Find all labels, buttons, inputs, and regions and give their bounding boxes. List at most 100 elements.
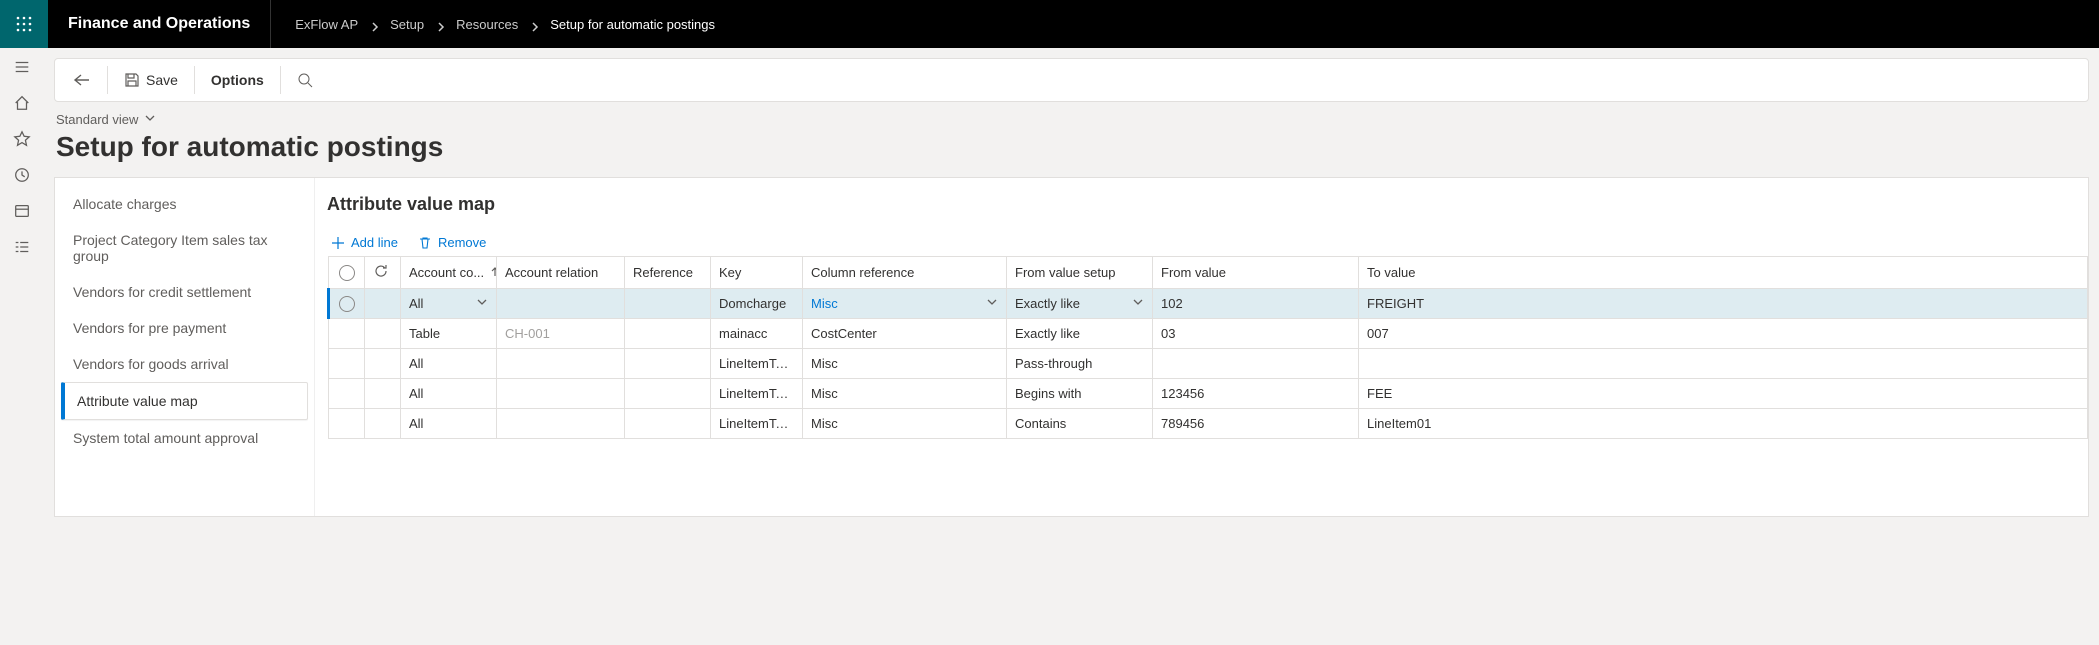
cell-to-value[interactable]: FREIGHT (1359, 289, 2088, 319)
col-from-value[interactable]: From value (1153, 257, 1359, 289)
cell-key[interactable]: LineItemTest3 (711, 409, 803, 439)
row-selector[interactable] (329, 349, 365, 379)
recent-icon[interactable] (13, 166, 31, 184)
table-row[interactable]: All LineItemTest1MiscPass-through (329, 349, 2088, 379)
col-account-relation[interactable]: Account relation (497, 257, 625, 289)
separator (107, 66, 108, 94)
workspaces-icon[interactable] (13, 202, 31, 220)
cell-key[interactable]: mainacc (711, 319, 803, 349)
cell-from-value[interactable]: 03 (1153, 319, 1359, 349)
breadcrumb-item[interactable]: Resources (456, 17, 518, 32)
star-icon[interactable] (13, 130, 31, 148)
row-indicator (365, 409, 401, 439)
cell-key[interactable]: LineItemTest2 (711, 379, 803, 409)
select-all-header[interactable] (329, 257, 365, 289)
cell-account-code[interactable]: All (401, 379, 497, 409)
cell-from-value-setup[interactable]: Contains (1007, 409, 1153, 439)
cell-account-relation[interactable] (497, 349, 625, 379)
cell-reference[interactable] (625, 409, 711, 439)
cell-reference[interactable] (625, 379, 711, 409)
row-selector[interactable] (329, 289, 365, 319)
table-row[interactable]: All DomchargeMiscExactly like102FREIGHT (329, 289, 2088, 319)
breadcrumb-item[interactable]: ExFlow AP (295, 17, 358, 32)
cell-column-reference[interactable]: CostCenter (803, 319, 1007, 349)
chevron-right-icon (436, 20, 444, 28)
cell-account-relation[interactable] (497, 379, 625, 409)
cell-reference[interactable] (625, 289, 711, 319)
cell-from-value-setup[interactable]: Exactly like (1007, 319, 1153, 349)
cell-column-reference[interactable]: Misc (803, 289, 1007, 319)
chevron-right-icon (370, 20, 378, 28)
home-icon[interactable] (13, 94, 31, 112)
cell-from-value-setup[interactable]: Pass-through (1007, 349, 1153, 379)
cell-to-value[interactable]: FEE (1359, 379, 2088, 409)
cell-to-value[interactable] (1359, 349, 2088, 379)
detail-panel: Attribute value map Add line Remove (315, 178, 2088, 516)
col-from-value-setup[interactable]: From value setup (1007, 257, 1153, 289)
chevron-down-icon (986, 296, 998, 311)
refresh-header[interactable] (365, 257, 401, 289)
cell-account-relation[interactable] (497, 409, 625, 439)
cell-account-code[interactable]: Table (401, 319, 497, 349)
breadcrumb-item[interactable]: Setup (390, 17, 424, 32)
chevron-down-icon (144, 112, 156, 127)
sidebar-item[interactable]: Project Category Item sales tax group (61, 222, 308, 274)
row-indicator (365, 379, 401, 409)
cell-to-value[interactable]: LineItem01 (1359, 409, 2088, 439)
search-button[interactable] (287, 66, 323, 94)
modules-icon[interactable] (13, 238, 31, 256)
cell-to-value[interactable]: 007 (1359, 319, 2088, 349)
cell-account-code[interactable]: All (401, 289, 497, 319)
table-row[interactable]: All LineItemTest2MiscBegins with123456FEE (329, 379, 2088, 409)
cell-column-reference[interactable]: Misc (803, 409, 1007, 439)
col-to-value[interactable]: To value (1359, 257, 2088, 289)
row-selector[interactable] (329, 379, 365, 409)
cell-from-value-setup[interactable]: Exactly like (1007, 289, 1153, 319)
cell-from-value[interactable]: 102 (1153, 289, 1359, 319)
cell-account-code[interactable]: All (401, 409, 497, 439)
cell-reference[interactable] (625, 349, 711, 379)
view-name: Standard view (56, 112, 138, 127)
cell-key[interactable]: LineItemTest1 (711, 349, 803, 379)
cell-column-reference[interactable]: Misc (803, 379, 1007, 409)
options-button[interactable]: Options (201, 66, 274, 94)
col-key[interactable]: Key (711, 257, 803, 289)
col-reference[interactable]: Reference (625, 257, 711, 289)
sidebar-item[interactable]: Vendors for goods arrival (61, 346, 308, 382)
save-button[interactable]: Save (114, 66, 188, 94)
separator (194, 66, 195, 94)
hamburger-icon[interactable] (13, 58, 31, 76)
sidebar-item[interactable]: Vendors for pre payment (61, 310, 308, 346)
grid-header-row: Account co... Account relation Reference… (329, 257, 2088, 289)
view-selector[interactable]: Standard view (56, 112, 2089, 127)
chevron-down-icon (476, 296, 488, 311)
col-label: Account co... (409, 265, 484, 280)
table-row[interactable]: All LineItemTest3MiscContains789456LineIt… (329, 409, 2088, 439)
cell-account-code[interactable]: All (401, 349, 497, 379)
row-selector[interactable] (329, 319, 365, 349)
row-selector[interactable] (329, 409, 365, 439)
add-line-button[interactable]: Add line (331, 235, 398, 250)
sidebar-item[interactable]: Vendors for credit settlement (61, 274, 308, 310)
page-title: Setup for automatic postings (56, 131, 2089, 163)
col-column-reference[interactable]: Column reference (803, 257, 1007, 289)
sidebar-item[interactable]: Allocate charges (61, 186, 308, 222)
main-area: Save Options Standard view Setup for aut… (44, 48, 2099, 517)
nav-rail (0, 48, 44, 517)
cell-from-value[interactable] (1153, 349, 1359, 379)
cell-from-value-setup[interactable]: Begins with (1007, 379, 1153, 409)
sidebar-item[interactable]: System total amount approval (61, 420, 308, 456)
col-account-code[interactable]: Account co... (401, 257, 497, 289)
sidebar-item[interactable]: Attribute value map (61, 382, 308, 420)
table-row[interactable]: TableCH-001 mainaccCostCenterExactly like… (329, 319, 2088, 349)
cell-reference[interactable] (625, 319, 711, 349)
cell-account-relation[interactable] (497, 289, 625, 319)
cell-from-value[interactable]: 789456 (1153, 409, 1359, 439)
cell-key[interactable]: Domcharge (711, 289, 803, 319)
app-launcher-button[interactable] (0, 0, 48, 48)
back-button[interactable] (63, 67, 101, 93)
cell-from-value[interactable]: 123456 (1153, 379, 1359, 409)
remove-button[interactable]: Remove (418, 235, 486, 250)
cell-account-relation[interactable]: CH-001 (497, 319, 625, 349)
cell-column-reference[interactable]: Misc (803, 349, 1007, 379)
